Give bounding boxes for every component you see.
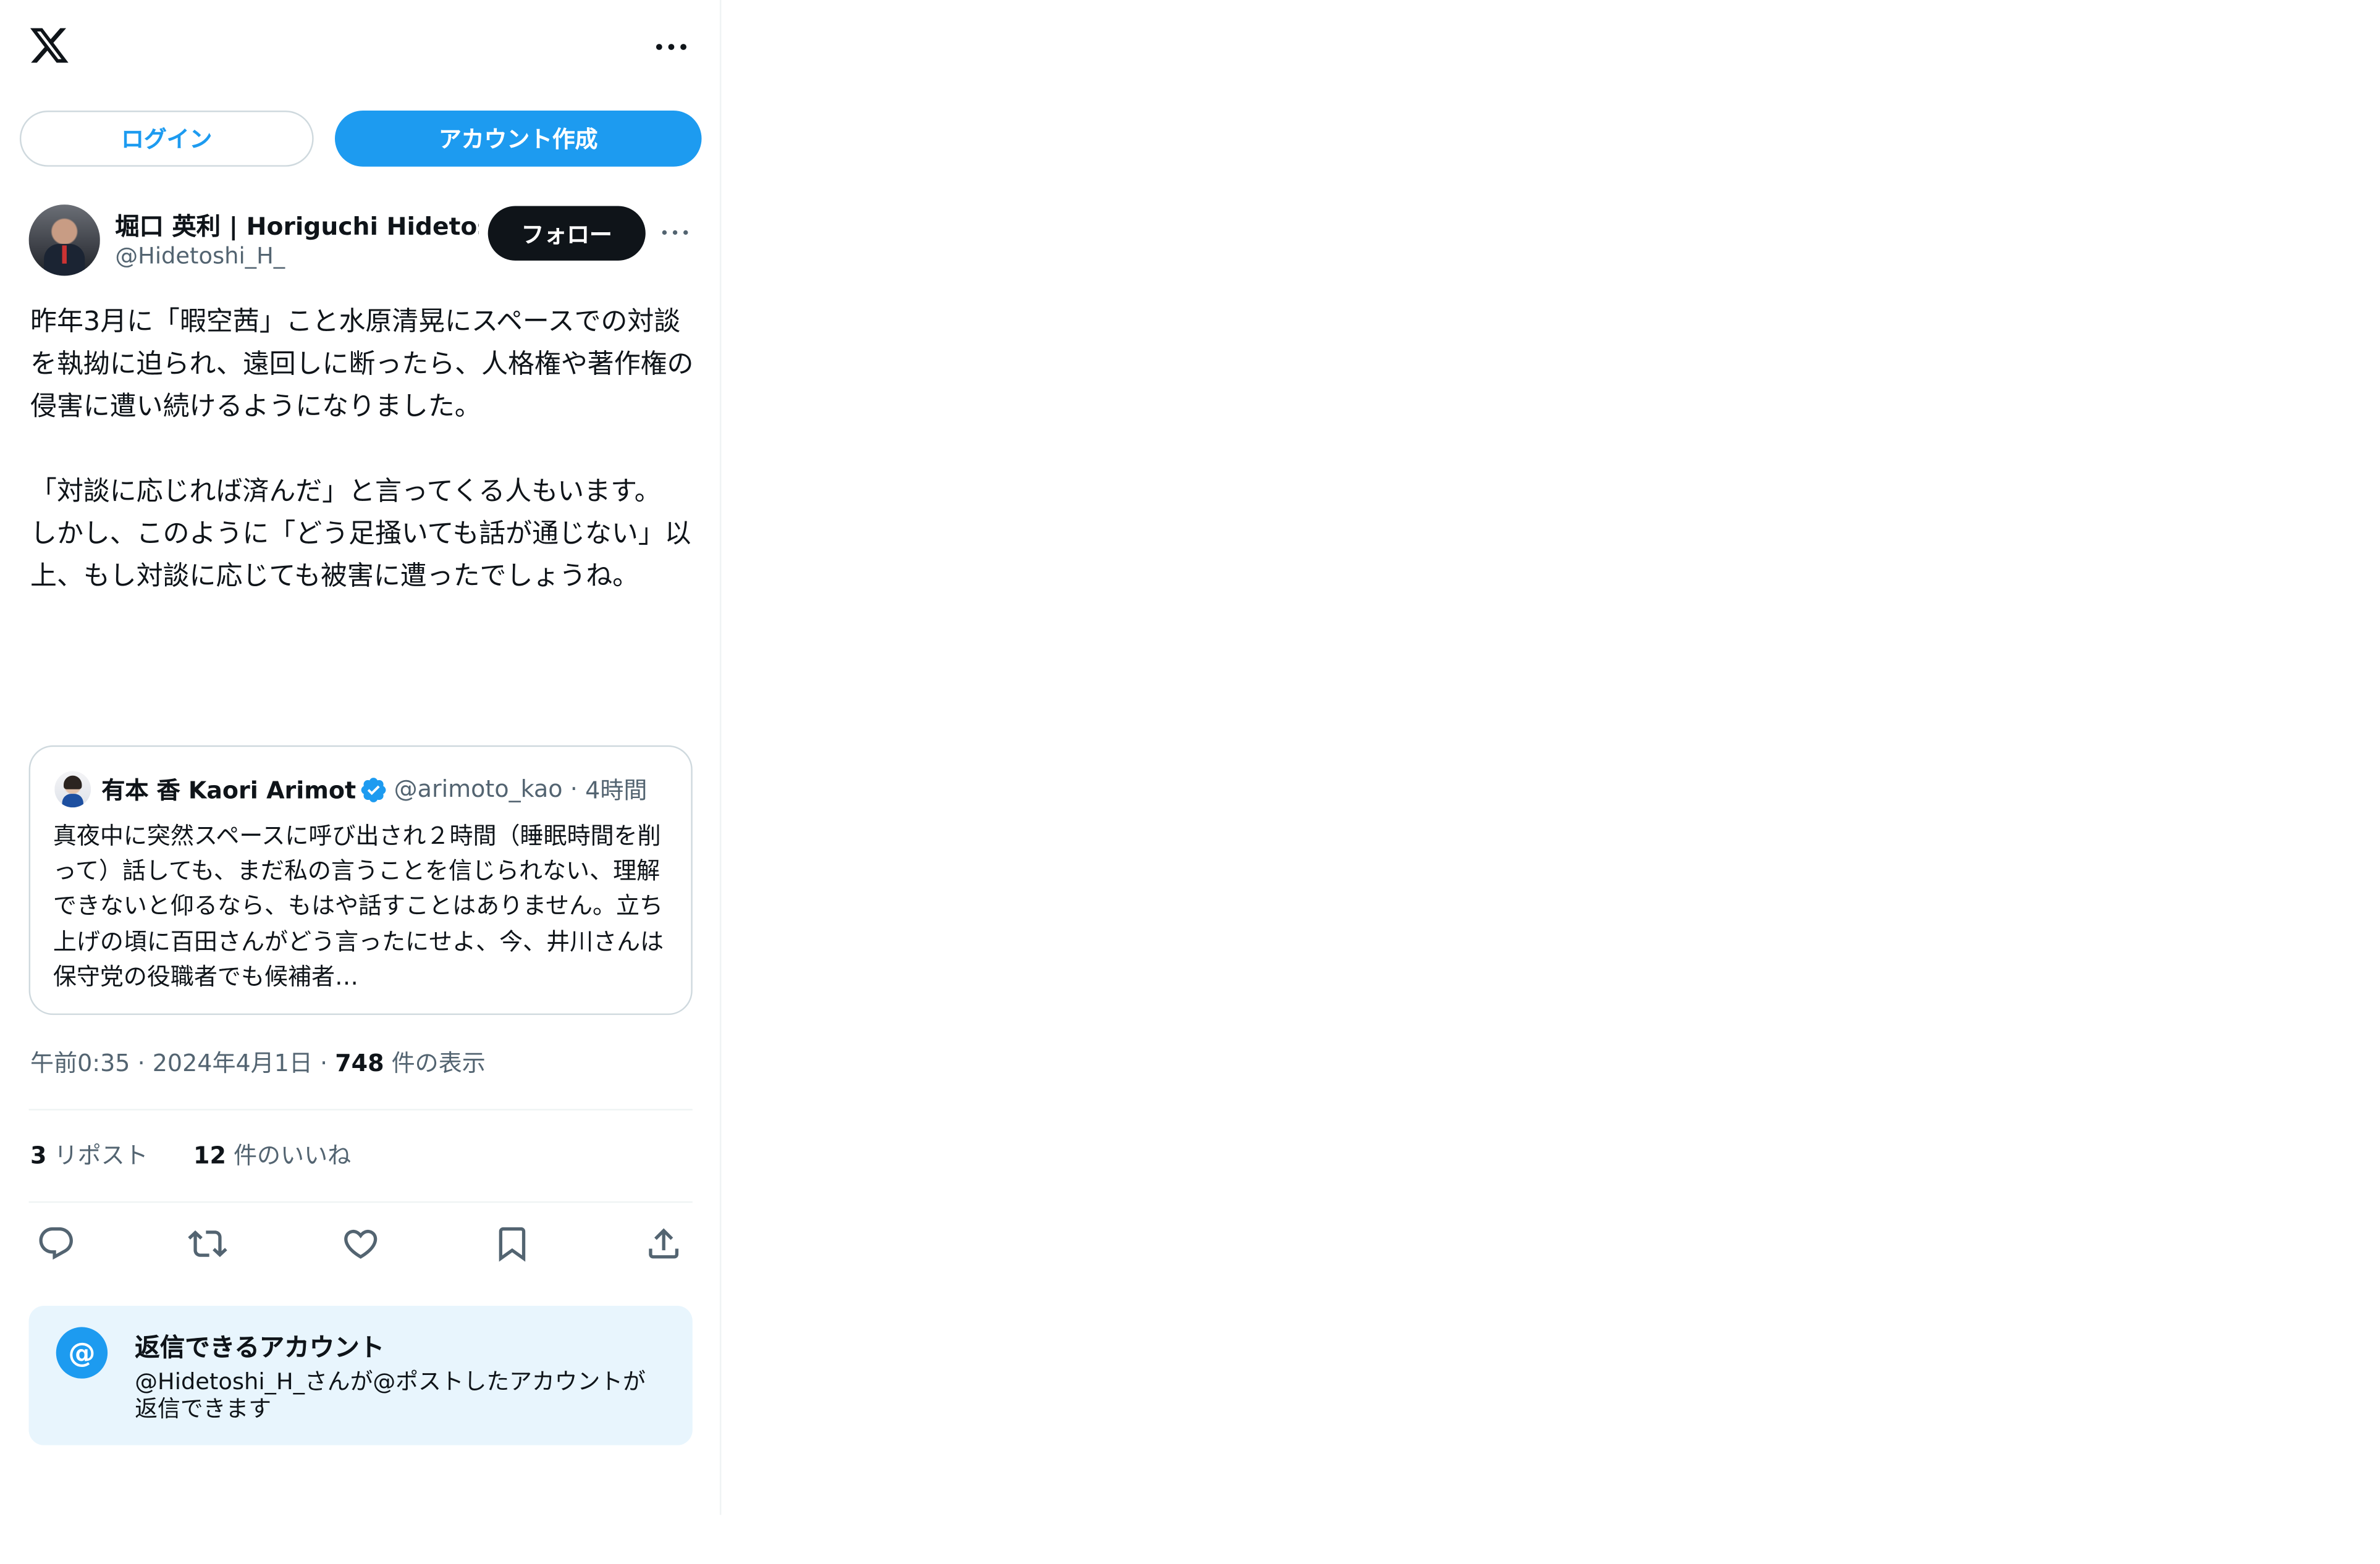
reply-settings-box: @ 返信できるアカウント @Hidetoshi_H_さんが@ポストしたアカウント… xyxy=(28,1306,693,1445)
reply-icon xyxy=(39,1227,73,1260)
quoted-post-header: 有本 香 Kaori Arimoto @arimoto_kao · 4時間 xyxy=(101,773,685,806)
divider xyxy=(28,1109,693,1111)
quoted-author-avatar xyxy=(54,771,91,808)
repost-button[interactable] xyxy=(188,1224,227,1264)
x-logo-icon[interactable] xyxy=(27,24,71,67)
post-text: 昨年3月に「暇空茜」こと水原清晃にスペースでの対談を執拗に迫られ、遠回しに断った… xyxy=(30,307,694,592)
reposts-stat[interactable]: 3 リポスト xyxy=(30,1142,148,1169)
share-button[interactable] xyxy=(644,1224,683,1264)
post-more-icon[interactable] xyxy=(659,217,693,250)
views-count: 748 xyxy=(335,1049,384,1077)
login-button[interactable]: ログイン xyxy=(19,111,314,167)
likes-count: 12 xyxy=(193,1142,226,1170)
reposts-count: 3 xyxy=(30,1142,47,1170)
quoted-post[interactable]: 有本 香 Kaori Arimoto @arimoto_kao · 4時間 真夜… xyxy=(28,745,693,1015)
like-button[interactable] xyxy=(341,1224,381,1264)
more-horizontal-icon[interactable] xyxy=(652,27,691,64)
post-time[interactable]: 午前0:35 xyxy=(30,1050,130,1077)
separator-dot: · xyxy=(320,1049,335,1077)
likes-stat[interactable]: 12 件のいいね xyxy=(193,1142,351,1169)
post-date[interactable]: 2024年4月1日 xyxy=(153,1050,313,1077)
at-icon: @ xyxy=(56,1327,108,1379)
verified-badge-icon xyxy=(361,776,386,802)
reply-settings-description: @Hidetoshi_H_さんが@ポストしたアカウントが返信できます xyxy=(135,1368,646,1423)
create-account-button[interactable]: アカウント作成 xyxy=(335,111,702,167)
quoted-post-text: 真夜中に突然スペースに呼び出され２時間（睡眠時間を削って）話しても、まだ私の言う… xyxy=(53,822,664,991)
separator-dot: · xyxy=(570,775,578,803)
post-meta: 午前0:35 · 2024年4月1日 · 748 件の表示 xyxy=(30,1045,486,1078)
bookmark-icon xyxy=(499,1227,526,1262)
heart-icon xyxy=(344,1229,378,1259)
author-handle[interactable]: @Hidetoshi_H_ xyxy=(115,242,285,269)
separator-dot: · xyxy=(137,1049,153,1077)
bookmark-button[interactable] xyxy=(492,1224,532,1264)
author-avatar[interactable] xyxy=(28,204,100,276)
author-name[interactable]: 堀口 英利 | Horiguchi Hidetoshi xyxy=(115,206,479,243)
repost-icon xyxy=(188,1230,227,1258)
quoted-author-handle: @arimoto_kao xyxy=(394,775,563,803)
quoted-post-time: 4時間 xyxy=(585,777,648,805)
follow-button[interactable]: フォロー xyxy=(487,206,646,261)
reply-settings-title: 返信できるアカウント xyxy=(135,1333,385,1362)
post-column: ログイン アカウント作成 堀口 英利 | Horiguchi Hidetoshi… xyxy=(0,0,722,1515)
top-bar xyxy=(0,0,720,94)
views-label: 件の表示 xyxy=(391,1049,486,1077)
reply-button[interactable] xyxy=(36,1224,76,1264)
divider xyxy=(28,1201,693,1203)
reposts-label: リポスト xyxy=(54,1142,148,1170)
share-icon xyxy=(649,1228,679,1259)
likes-label: 件のいいね xyxy=(234,1142,352,1170)
quoted-author-name: 有本 香 Kaori Arimoto xyxy=(101,777,357,805)
post-stats: 3 リポスト 12 件のいいね xyxy=(30,1138,351,1171)
